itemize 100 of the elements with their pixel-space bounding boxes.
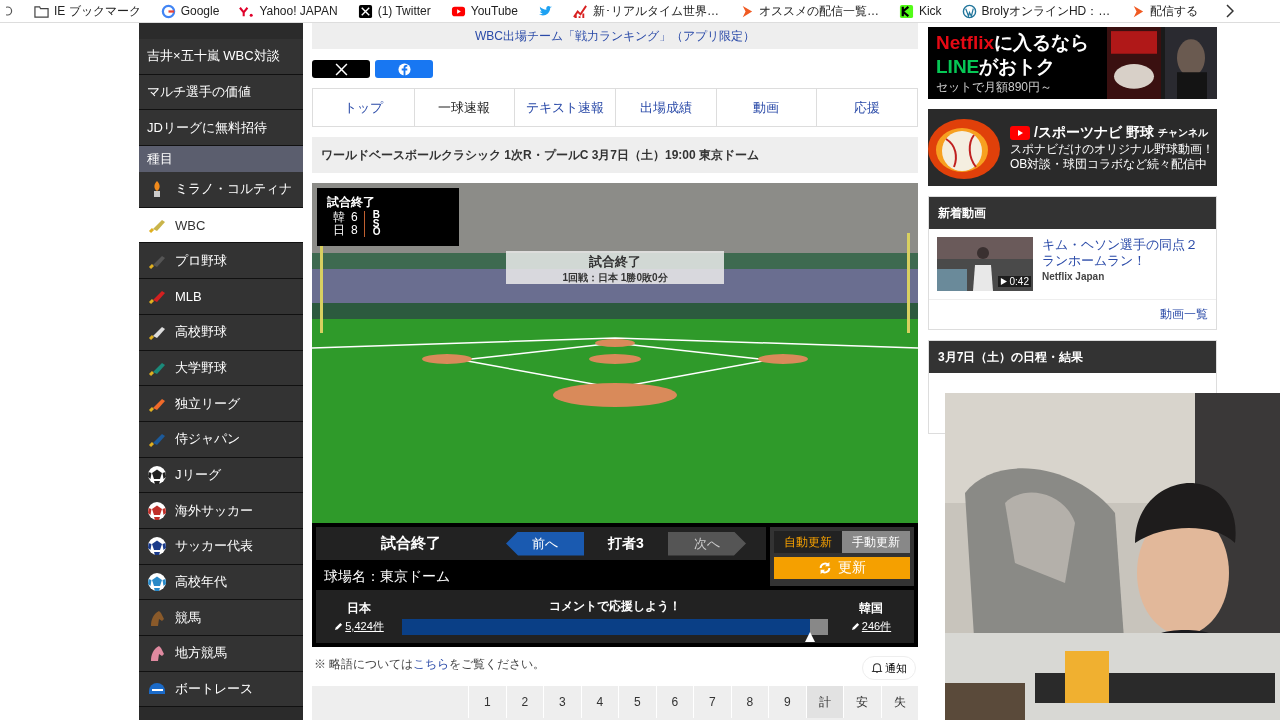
bookmark[interactable]: 配信する: [1130, 2, 1199, 20]
sport-link[interactable]: ミラノ・コルティナ: [139, 172, 303, 208]
promo-link[interactable]: WBC出場チーム「戦力ランキング」（アプリ限定）: [475, 27, 755, 45]
result-title: 試合終了: [588, 253, 642, 271]
letter-w-icon: [961, 3, 977, 19]
team-score: 6: [351, 211, 358, 224]
game-title: ワールドベースボールクラシック 1次R・プールC 3月7日（土）19:00 東京ドーム: [312, 137, 918, 173]
facebook-icon: [397, 62, 411, 76]
x-logo-icon: [334, 62, 348, 76]
sport-link[interactable]: 高校野球: [139, 314, 303, 351]
feature-link[interactable]: JDリーグに無料招待: [139, 110, 303, 147]
sport-link[interactable]: 海外サッカー: [139, 493, 303, 529]
page-icon[interactable]: [6, 4, 14, 18]
sport-link[interactable]: WBC: [139, 207, 303, 244]
inning-header: 1: [468, 686, 506, 718]
netflix-ad[interactable]: Netflixに入るなら LINEがおトク セットで月額890円～: [928, 27, 1217, 99]
video-source: Netflix Japan: [1042, 271, 1106, 282]
share-facebook-button[interactable]: [375, 60, 433, 78]
sport-link[interactable]: Jリーグ: [139, 457, 303, 494]
sport-link[interactable]: プロ野球: [139, 243, 303, 280]
sport-link[interactable]: MLB: [139, 279, 303, 315]
comment-count-link[interactable]: 5,424件: [345, 618, 384, 634]
ad-price: セットで月額890円～: [936, 79, 1054, 96]
channel-name: /スポーツナビ 野球: [1034, 123, 1154, 142]
update-mode-toggle[interactable]: 自動更新: [774, 531, 842, 553]
video-duration: 0:42: [1009, 276, 1029, 287]
bookmark[interactable]: BrolyオンラインHD：…: [961, 2, 1111, 20]
abbreviation-note: ※ 略語についてはこちら をご覧ください。: [314, 655, 546, 673]
section-heading: 新着動画: [929, 197, 1216, 229]
folder-icon: [34, 3, 49, 19]
comment-count-link[interactable]: 246件: [861, 618, 892, 634]
inning-header: 5: [618, 686, 656, 718]
nav-tab[interactable]: 一球速報: [413, 89, 515, 126]
team-name: 韓国: [859, 599, 883, 617]
cheer-prompt: コメントで応援しよう！: [549, 598, 681, 615]
chevron-icon[interactable]: [1226, 4, 1234, 18]
sport-link[interactable]: 独立リーグ: [139, 386, 303, 422]
play-icon: [999, 278, 1007, 285]
team-name: 日本: [347, 599, 371, 617]
pencil-icon: [334, 621, 344, 631]
inning-header: 失: [880, 686, 918, 718]
bookmark[interactable]: IE ブックマーク: [34, 2, 141, 20]
refresh-icon: [818, 561, 832, 575]
inning-header: 計: [805, 686, 843, 718]
sport-link[interactable]: 侍ジャパン: [139, 421, 303, 458]
bookmark[interactable]: 新･リアルタイム世界…: [572, 2, 719, 20]
team-name: 韓: [333, 211, 345, 224]
ad-brand: Netflix: [936, 32, 995, 53]
inning-header: 7: [693, 686, 731, 718]
update-mode-toggle[interactable]: 手動更新: [842, 531, 910, 553]
sport-link[interactable]: 高校年代: [139, 564, 303, 601]
count-label: O: [372, 228, 381, 237]
inning-header: 9: [768, 686, 806, 718]
batter-label: 打者3: [606, 534, 645, 553]
game-status: 試合終了: [380, 534, 442, 553]
inning-header: 3: [543, 686, 581, 718]
sport-link[interactable]: 地方競馬: [139, 636, 303, 672]
nav-tab[interactable]: 動画: [715, 89, 817, 126]
sport-link[interactable]: 競馬: [139, 600, 303, 636]
count-label: B: [372, 211, 381, 220]
team-name: 日: [333, 224, 345, 237]
youtube-icon: [1010, 125, 1030, 140]
ad-copy: スポナビだけのオリジナル野球動画！: [1010, 141, 1214, 157]
feature-link[interactable]: 吉井×五十嵐 WBC対談: [139, 39, 303, 75]
sport-link[interactable]: サッカー代表: [139, 528, 303, 565]
channel-suffix: チャンネル: [1157, 125, 1208, 140]
bookmark[interactable]: オススメの配信一覧…: [738, 2, 879, 20]
next-button[interactable]: 次へ: [668, 531, 746, 556]
nav-tab[interactable]: テキスト速報: [514, 89, 615, 126]
pencil-icon: [850, 621, 860, 631]
sport-link[interactable]: 大学野球: [139, 350, 303, 387]
bell-icon: [871, 662, 883, 674]
bookmark[interactable]: (1) Twitter: [357, 3, 431, 19]
share-x-button[interactable]: [312, 60, 370, 78]
section-heading: 種目: [139, 146, 303, 173]
stadium-name: 球場名：東京ドーム: [323, 567, 451, 586]
ad-copy: OB対談・球団コラボなど続々配信中: [1010, 156, 1209, 172]
notify-button[interactable]: 通知: [862, 656, 916, 680]
bookmark[interactable]: YouTube: [450, 3, 518, 19]
video-title-link[interactable]: キム・ヘソン選手の同点２ランホームラン！: [1042, 237, 1208, 269]
bookmark[interactable]: Kick: [898, 3, 942, 19]
inning-header: 安: [843, 686, 881, 718]
count-label: S: [372, 219, 381, 228]
nav-tab[interactable]: 出場成績: [615, 89, 716, 126]
here-link[interactable]: こちら: [413, 656, 450, 671]
nav-tab[interactable]: トップ: [313, 89, 414, 126]
youtube-channel-ad[interactable]: /スポーツナビ 野球 チャンネル スポナビだけのオリジナル野球動画！ OB対談・球団コラボなど続々配信中: [928, 109, 1217, 186]
previous-button[interactable]: 前へ: [506, 531, 584, 556]
ad-brand: LINE: [936, 56, 980, 77]
bookmark[interactable]: Yahoo! JAPAN: [239, 3, 338, 19]
sport-link[interactable]: ボートレース: [139, 671, 303, 708]
inning-header: 2: [505, 686, 543, 718]
nav-tab[interactable]: 応援: [816, 89, 917, 126]
x-icon: [357, 3, 373, 19]
video-list-link[interactable]: 動画一覧: [1160, 307, 1208, 321]
bookmark[interactable]: Google: [160, 3, 220, 19]
chart-icon: [572, 3, 588, 19]
team-score: 8: [351, 224, 358, 237]
feature-link[interactable]: マルチ選手の価値: [139, 74, 303, 111]
letter-g-icon: [160, 3, 176, 19]
